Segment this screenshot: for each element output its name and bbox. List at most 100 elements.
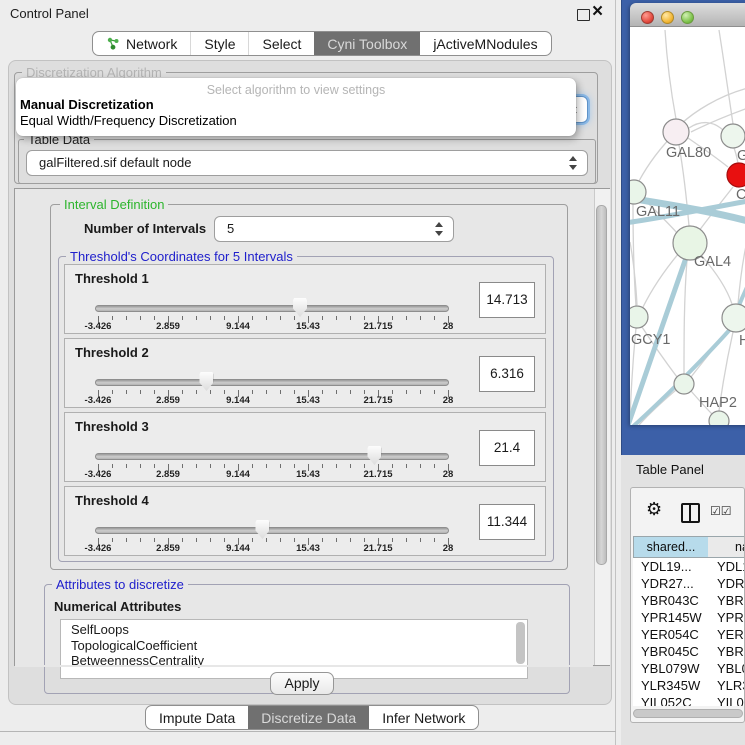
- close-traffic-light-icon[interactable]: [641, 11, 654, 24]
- gear-icon[interactable]: ⚙: [646, 499, 662, 520]
- cell-shared-name: YBR043C: [641, 593, 699, 608]
- zoom-traffic-light-icon[interactable]: [681, 11, 694, 24]
- tick-mark: [280, 316, 281, 320]
- tick-mark: [126, 464, 127, 468]
- tick-mark: [420, 390, 421, 394]
- tab-jactivemnodules[interactable]: jActiveMNodules: [420, 32, 550, 55]
- tick-mark: [126, 538, 127, 542]
- column-header-shared[interactable]: shared...: [633, 536, 709, 558]
- threshold-value-field[interactable]: 6.316: [479, 356, 535, 392]
- table-row[interactable]: YDR27...YDR2: [633, 575, 745, 592]
- table-row[interactable]: YBR045CYBR0: [633, 643, 745, 660]
- panel-scrollbar-thumb[interactable]: [596, 205, 607, 565]
- apply-button[interactable]: Apply: [270, 672, 334, 695]
- tick-mark: [154, 464, 155, 468]
- table-hscrollbar[interactable]: [633, 709, 743, 718]
- tick-mark: [224, 464, 225, 468]
- tab-label: Cyni Toolbox: [327, 36, 407, 52]
- network-node-gcy1[interactable]: [630, 306, 648, 328]
- tab-select[interactable]: Select: [248, 32, 314, 55]
- tick-mark: [112, 464, 113, 468]
- tick-label: 15.43: [296, 543, 320, 554]
- table-row[interactable]: YER054CYER0: [633, 626, 745, 643]
- column-layout-icon[interactable]: [681, 503, 700, 523]
- tick-mark: [392, 316, 393, 320]
- number-of-intervals-value: 5: [215, 217, 453, 241]
- table-row[interactable]: YPR145WYPR1: [633, 609, 745, 626]
- top-tab-bar: NetworkStyleSelect Cyni Toolbox jActiveMNo…: [92, 31, 552, 56]
- network-view-window[interactable]: GAL80GACGAL11GAL4GCY1HHAP2: [630, 3, 745, 425]
- tab-style[interactable]: Style: [190, 32, 248, 55]
- table-row[interactable]: YLR345WYLR3: [633, 677, 745, 694]
- dropdown-item-manual-discretization[interactable]: Manual Discretization: [16, 97, 576, 113]
- cell-shared-name: YIL052C: [641, 695, 692, 706]
- attributes-list-scrollbar[interactable]: [516, 622, 525, 664]
- attribute-item-topologicalcoefficient[interactable]: TopologicalCoefficient: [61, 638, 527, 654]
- table-row[interactable]: YIL052CYIL0: [633, 694, 745, 706]
- slider-track[interactable]: [95, 305, 449, 312]
- tick-mark: [252, 464, 253, 468]
- network-node-label: H: [739, 333, 745, 349]
- bottom-tab-impute-data[interactable]: Impute Data: [146, 706, 248, 729]
- tick-mark: [154, 316, 155, 320]
- network-node-hap2[interactable]: [674, 374, 694, 394]
- network-node-ga[interactable]: [721, 124, 745, 148]
- tick-label: 21.715: [363, 321, 392, 332]
- minimize-traffic-light-icon[interactable]: [661, 11, 674, 24]
- tick-label: 21.715: [363, 543, 392, 554]
- tab-cyni-toolbox[interactable]: Cyni Toolbox: [314, 32, 420, 55]
- tick-mark: [280, 464, 281, 468]
- attributes-list[interactable]: SelfLoopsTopologicalCoefficientBetweenne…: [60, 619, 528, 679]
- tick-label: 9.144: [226, 321, 250, 332]
- table-data-combo[interactable]: galFiltered.sif default node: [26, 150, 588, 176]
- close-icon[interactable]: ×: [592, 1, 603, 23]
- tick-label: 28: [443, 395, 454, 406]
- tick-label: 21.715: [363, 395, 392, 406]
- slider-track[interactable]: [95, 527, 449, 534]
- dropdown-item-equal-width-frequency[interactable]: Equal Width/Frequency Discretization: [16, 113, 576, 129]
- tick-mark: [126, 316, 127, 320]
- slider-track[interactable]: [95, 379, 449, 386]
- slider-handle[interactable]: [367, 446, 381, 465]
- slider-handle[interactable]: [293, 298, 307, 317]
- bottom-tab-discretize-data[interactable]: Discretize Data: [248, 706, 369, 729]
- network-node[interactable]: [709, 411, 729, 425]
- network-edge: [719, 30, 733, 124]
- network-node-c[interactable]: [727, 163, 745, 187]
- threshold-value-field[interactable]: 14.713: [479, 282, 535, 318]
- threshold-value-field[interactable]: 21.4: [479, 430, 535, 466]
- select-columns-icon[interactable]: ☑☑: [710, 504, 732, 518]
- tick-mark: [350, 538, 351, 542]
- float-window-icon[interactable]: [577, 9, 590, 21]
- slider-handle[interactable]: [255, 520, 269, 539]
- tick-mark: [210, 538, 211, 542]
- tick-mark: [182, 464, 183, 468]
- threshold-value-field[interactable]: 11.344: [479, 504, 535, 540]
- window-bottom-border: [0, 731, 616, 732]
- table-row[interactable]: YDL19...YDL1: [633, 558, 745, 575]
- algorithm-dropdown: Select algorithm to view settings Manual…: [16, 78, 576, 136]
- network-window-titlebar[interactable]: [630, 3, 745, 27]
- table-data-value: galFiltered.sif default node: [27, 151, 587, 175]
- table-row[interactable]: YBL079WYBL0: [633, 660, 745, 677]
- combo-arrows-icon: [569, 156, 578, 170]
- network-canvas[interactable]: GAL80GACGAL11GAL4GCY1HHAP2: [630, 27, 745, 425]
- number-of-intervals-label: Number of Intervals: [84, 221, 206, 236]
- network-node-h[interactable]: [722, 304, 745, 332]
- column-header-name[interactable]: na: [708, 536, 745, 558]
- slider-track[interactable]: [95, 453, 449, 460]
- number-of-intervals-combo[interactable]: 5: [214, 216, 454, 242]
- network-node-gal80[interactable]: [663, 119, 689, 145]
- tab-network[interactable]: Network: [93, 32, 190, 55]
- slider-handle[interactable]: [199, 372, 213, 391]
- bottom-tab-infer-network[interactable]: Infer Network: [369, 706, 478, 729]
- tick-mark: [266, 390, 267, 394]
- attribute-item-selfloops[interactable]: SelfLoops: [61, 622, 527, 638]
- tab-label: Discretize Data: [261, 710, 356, 726]
- table-row[interactable]: YBR043CYBR0: [633, 592, 745, 609]
- threshold-panel-1: Threshold 1-3.4262.8599.14415.4321.71528…: [64, 264, 546, 334]
- tick-mark: [210, 316, 211, 320]
- tick-mark: [182, 316, 183, 320]
- network-edge: [681, 88, 745, 124]
- clip-mask: [15, 665, 593, 667]
